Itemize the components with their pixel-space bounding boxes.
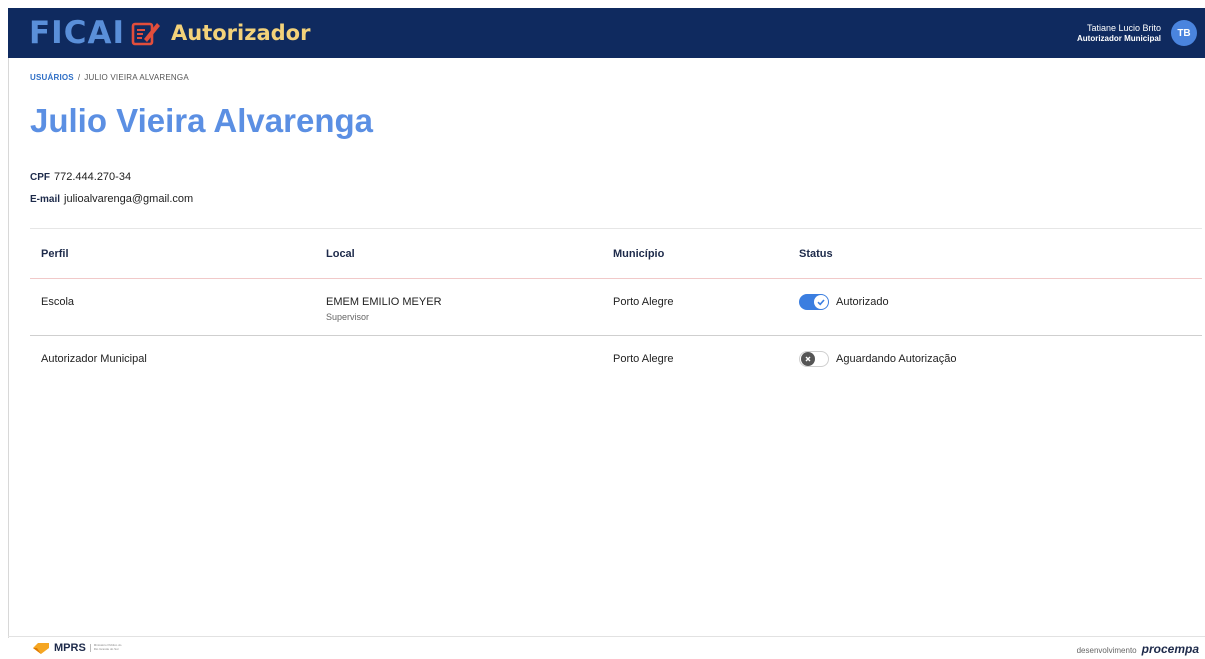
- email-label: E-mail: [30, 194, 61, 205]
- cell-local-sub: Supervisor: [326, 312, 370, 322]
- mprs-text: MPRS: [54, 642, 86, 654]
- user-name: Tatiane Lucio Brito: [1086, 23, 1161, 34]
- email-info: E-mail julioalvarenga@gmail.com: [30, 193, 193, 205]
- top-bar: FICAI Autorizador Tatiane Lucio Brito Au…: [8, 8, 1205, 58]
- cell-perfil: Escola: [41, 296, 75, 308]
- status-cell: Autorizado: [799, 294, 1202, 310]
- column-header-status: Status: [799, 247, 833, 260]
- mprs-diamond-icon: [33, 643, 49, 654]
- footer-divider: [8, 636, 1205, 637]
- cell-municipio: Porto Alegre: [613, 296, 674, 308]
- credit-prefix: desenvolvimento: [1076, 646, 1137, 655]
- cpf-info: CPF 772.444.270-34: [30, 171, 131, 183]
- close-icon: [801, 352, 815, 366]
- column-header-municipio: Município: [613, 247, 665, 260]
- cpf-label: CPF: [30, 172, 50, 183]
- status-label: Autorizado: [836, 296, 889, 308]
- table-header: Perfil Local Município Status: [30, 229, 1202, 279]
- ficai-logo: FICAI: [29, 14, 125, 51]
- edit-document-icon: [131, 22, 160, 46]
- cell-perfil: Autorizador Municipal: [41, 353, 147, 365]
- email-value: julioalvarenga@gmail.com: [64, 193, 194, 205]
- column-header-perfil: Perfil: [41, 247, 69, 260]
- breadcrumb-separator: /: [77, 73, 81, 82]
- brand[interactable]: FICAI Autorizador: [29, 14, 311, 51]
- breadcrumb: USUÁRIOS / JULIO VIEIRA ALVARENGA: [30, 73, 189, 82]
- app-name: Autorizador: [171, 21, 311, 45]
- status-toggle[interactable]: [799, 351, 829, 367]
- cpf-value: 772.444.270-34: [54, 171, 132, 183]
- status-toggle[interactable]: [799, 294, 829, 310]
- page-title: Julio Vieira Alvarenga: [30, 102, 373, 139]
- cell-local: EMEM EMILIO MEYER: [326, 296, 442, 308]
- procempa-logo: procempa: [1141, 642, 1199, 656]
- status-label: Aguardando Autorização: [836, 353, 957, 365]
- column-header-local: Local: [326, 247, 355, 260]
- user-role: Autorizador Municipal: [1077, 33, 1161, 43]
- status-cell: Aguardando Autorização: [799, 351, 1202, 367]
- cell-municipio: Porto Alegre: [613, 353, 674, 365]
- table-row: Escola EMEM EMILIO MEYER Supervisor Port…: [30, 279, 1202, 336]
- breadcrumb-current: JULIO VIEIRA ALVARENGA: [84, 73, 189, 82]
- breadcrumb-usuarios-link[interactable]: USUÁRIOS: [30, 73, 74, 82]
- avatar[interactable]: TB: [1171, 20, 1197, 46]
- mprs-logo[interactable]: MPRS Ministério Público do Rio Grande do…: [32, 641, 126, 655]
- procempa-credit[interactable]: desenvolvimento procempa: [1077, 642, 1199, 656]
- content-left-border: [8, 58, 9, 638]
- profiles-table: Perfil Local Município Status Escola EME…: [30, 229, 1202, 380]
- table-row: Autorizador Municipal Porto Alegre Aguar…: [30, 336, 1202, 380]
- user-menu[interactable]: Tatiane Lucio Brito Autorizador Municipa…: [1077, 20, 1197, 46]
- mprs-subtext: Ministério Público do Rio Grande do Sul: [89, 644, 126, 652]
- check-icon: [814, 295, 828, 309]
